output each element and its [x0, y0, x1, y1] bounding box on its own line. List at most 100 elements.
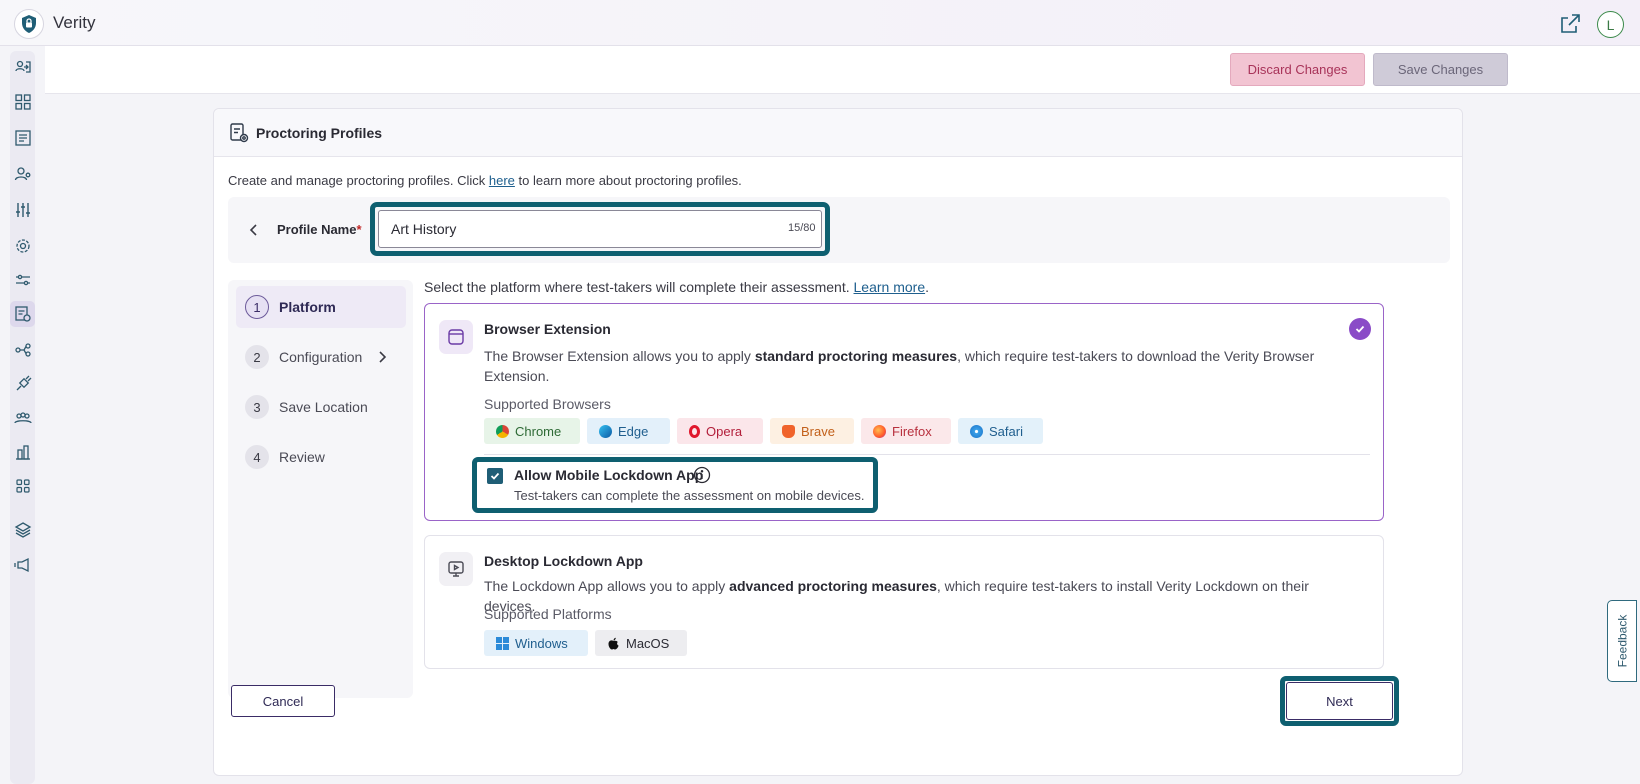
apps-grid-icon[interactable] — [10, 473, 35, 499]
allow-mobile-lockdown-label[interactable]: Allow Mobile Lockdown App — [514, 467, 703, 483]
settings-gear-icon[interactable] — [10, 233, 35, 259]
apple-icon — [607, 637, 620, 650]
desc-bold: standard proctoring measures — [754, 348, 958, 364]
login-users-icon[interactable] — [10, 54, 35, 80]
chrome-chip: Chrome — [484, 418, 580, 444]
cancel-button[interactable]: Cancel — [231, 685, 335, 717]
filters-icon[interactable] — [10, 267, 35, 293]
profile-name-label: Profile Name* — [277, 222, 362, 237]
sliders-icon[interactable] — [10, 197, 35, 223]
action-strip: Discard Changes Save Changes — [45, 46, 1640, 94]
browser-window-icon — [439, 320, 473, 354]
step-label: Save Location — [279, 399, 368, 415]
user-search-icon[interactable] — [10, 161, 35, 187]
chrome-icon — [496, 424, 509, 438]
safari-icon — [970, 424, 983, 438]
edge-icon — [599, 424, 612, 438]
allow-mobile-lockdown-checkbox[interactable] — [487, 468, 503, 484]
step-platform[interactable]: 1 Platform — [236, 286, 406, 328]
required-asterisk: * — [356, 222, 362, 237]
step-review[interactable]: 4 Review — [236, 436, 406, 478]
card-header: Proctoring Profiles — [214, 109, 1462, 157]
windows-icon — [496, 636, 509, 650]
verity-logo-icon[interactable] — [14, 9, 44, 39]
institution-icon[interactable] — [10, 439, 35, 465]
profile-name-label-text: Profile Name — [277, 222, 357, 237]
platform-intro-before: Select the platform where test-takers wi… — [424, 279, 854, 295]
profile-name-row: Profile Name* 15/80 — [228, 197, 1450, 263]
brave-chip: Brave — [770, 418, 854, 444]
opera-chip: Opera — [677, 418, 763, 444]
discard-changes-button[interactable]: Discard Changes — [1230, 53, 1365, 86]
divider — [484, 454, 1370, 455]
platform-chips: Windows MacOS — [484, 630, 687, 656]
dashboard-grid-icon[interactable] — [10, 89, 35, 115]
top-bar: Verity L — [0, 0, 1640, 46]
browser-chips: Chrome Edge Opera Brave Firefox Safari — [484, 418, 1043, 444]
card-title: Proctoring Profiles — [256, 125, 383, 141]
proctoring-profiles-card: Proctoring Profiles Create and manage pr… — [213, 108, 1463, 776]
chip-label: Opera — [706, 423, 743, 439]
feedback-label: Feedback — [1615, 614, 1630, 668]
desktop-lockdown-title: Desktop Lockdown App — [484, 553, 643, 569]
step-configuration[interactable]: 2 Configuration — [236, 336, 406, 378]
chevron-right-icon — [374, 349, 390, 365]
left-nav-rail — [10, 51, 35, 784]
mobile-lockdown-highlight — [472, 457, 878, 513]
chip-label: Windows — [515, 635, 568, 651]
app-title: Verity — [53, 13, 96, 32]
intro-text-after: to learn more about proctoring profiles. — [514, 173, 742, 188]
platform-intro-after: . — [925, 279, 929, 295]
open-external-icon[interactable] — [1558, 12, 1582, 36]
intro-text-before: Create and manage proctoring profiles. C… — [228, 173, 489, 188]
profile-name-char-count: 15/80 — [788, 222, 816, 234]
announcements-icon[interactable] — [10, 552, 35, 578]
proctoring-profiles-icon[interactable] — [10, 301, 35, 327]
learn-more-link[interactable]: Learn more — [854, 279, 926, 295]
step-number: 4 — [245, 445, 269, 469]
info-icon[interactable] — [693, 466, 711, 484]
browser-extension-title: Browser Extension — [484, 321, 611, 337]
chip-label: Safari — [989, 423, 1023, 439]
desktop-app-icon — [439, 552, 473, 586]
chip-label: Edge — [618, 423, 649, 439]
user-avatar[interactable]: L — [1597, 11, 1624, 38]
intro-text: Create and manage proctoring profiles. C… — [228, 173, 742, 188]
integrations-plug-icon[interactable] — [10, 371, 35, 397]
reports-icon[interactable] — [10, 125, 35, 151]
groups-icon[interactable] — [10, 405, 35, 431]
supported-browsers-label: Supported Browsers — [484, 396, 611, 412]
step-save-location[interactable]: 3 Save Location — [236, 386, 406, 428]
profile-document-icon — [228, 122, 250, 144]
chip-label: Chrome — [515, 423, 562, 439]
opera-icon — [689, 424, 700, 438]
platform-intro-text: Select the platform where test-takers wi… — [424, 279, 929, 295]
chip-label: MacOS — [626, 635, 670, 651]
safari-chip: Safari — [958, 418, 1043, 444]
browser-extension-option[interactable]: Browser Extension The Browser Extension … — [424, 303, 1384, 521]
chip-label: Brave — [801, 423, 835, 439]
desktop-lockdown-option[interactable]: Desktop Lockdown App The Lockdown App al… — [424, 535, 1384, 669]
layers-icon[interactable] — [10, 517, 35, 543]
desc-before: The Lockdown App allows you to apply — [484, 578, 730, 594]
step-label: Configuration — [279, 349, 363, 365]
save-changes-button[interactable]: Save Changes — [1373, 53, 1508, 86]
profile-name-input[interactable] — [378, 210, 822, 248]
brave-icon — [782, 424, 795, 438]
step-number: 3 — [245, 395, 269, 419]
edge-chip: Edge — [587, 418, 670, 444]
windows-chip: Windows — [484, 630, 588, 656]
desktop-lockdown-description: The Lockdown App allows you to apply adv… — [484, 576, 1354, 616]
feedback-tab[interactable]: Feedback — [1607, 600, 1637, 682]
back-chevron-icon[interactable] — [244, 220, 264, 240]
chip-label: Firefox — [892, 423, 932, 439]
firefox-chip: Firefox — [861, 418, 951, 444]
step-label: Review — [279, 449, 325, 465]
allow-mobile-lockdown-description: Test-takers can complete the assessment … — [514, 488, 865, 503]
desc-before: The Browser Extension allows you to appl… — [484, 348, 755, 364]
workflow-icon[interactable] — [10, 337, 35, 363]
next-button[interactable]: Next — [1286, 682, 1393, 720]
firefox-icon — [873, 424, 886, 438]
learn-more-here-link[interactable]: here — [489, 173, 515, 188]
selected-check-icon — [1349, 318, 1371, 340]
